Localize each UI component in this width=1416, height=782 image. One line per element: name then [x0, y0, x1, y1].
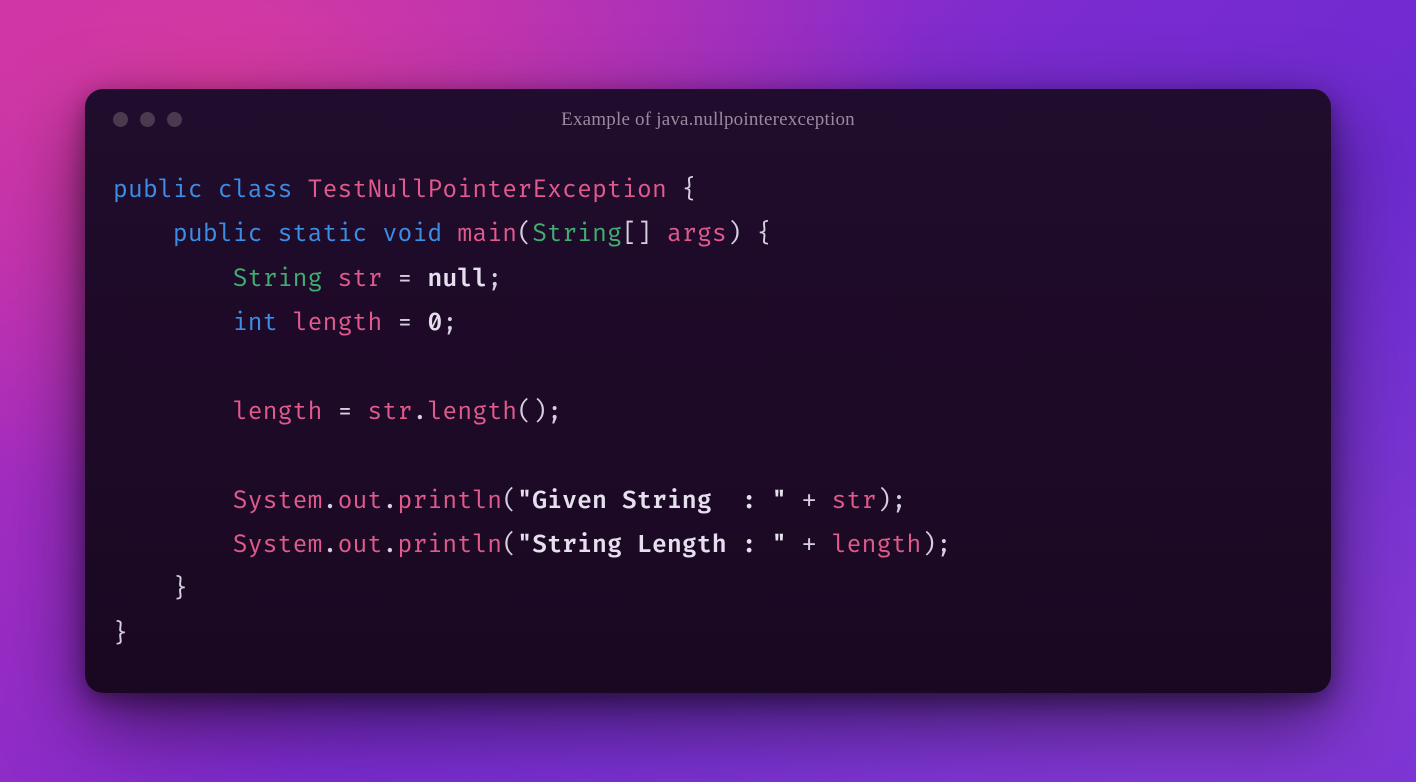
op-assign: = [397, 309, 412, 338]
paren-open: ( [502, 531, 517, 560]
close-dot-icon[interactable] [113, 112, 128, 127]
minimize-dot-icon[interactable] [140, 112, 155, 127]
code-block: public class TestNullPointerException { … [85, 151, 1331, 657]
semicolon: ; [547, 398, 562, 427]
dot: . [412, 398, 427, 427]
op-plus: + [802, 531, 817, 560]
brackets: [] [622, 220, 652, 249]
keyword-public: public [113, 176, 203, 205]
window-title: Example of java.nullpointerexception [85, 109, 1331, 131]
type-string: String [233, 265, 323, 294]
keyword-public: public [173, 220, 263, 249]
paren-open: ( [502, 487, 517, 516]
paren-close: ) [727, 220, 742, 249]
brace-close: } [113, 620, 128, 649]
var-str: str [338, 265, 383, 294]
paren-close: ) [922, 531, 937, 560]
window-controls [113, 112, 182, 127]
dot: . [383, 531, 398, 560]
op-assign: = [338, 398, 353, 427]
op-assign: = [397, 265, 412, 294]
class-name: TestNullPointerException [308, 176, 667, 205]
field-out: out [338, 487, 383, 516]
brace-open: { [757, 220, 772, 249]
window-titlebar: Example of java.nullpointerexception [85, 89, 1331, 151]
var-str: str [832, 487, 877, 516]
op-plus: + [802, 487, 817, 516]
type-string: String [532, 220, 622, 249]
keyword-int: int [233, 309, 278, 338]
paren-open: ( [517, 220, 532, 249]
paren-close: ) [877, 487, 892, 516]
string-literal-1: "Given String : " [517, 487, 786, 516]
field-out: out [338, 531, 383, 560]
var-length: length [233, 398, 323, 427]
keyword-class: class [218, 176, 293, 205]
var-str: str [368, 398, 413, 427]
code-window: Example of java.nullpointerexception pub… [85, 89, 1331, 693]
dot: . [323, 531, 338, 560]
method-println: println [397, 531, 502, 560]
string-literal-2: "String Length : " [517, 531, 786, 560]
class-system: System [233, 531, 323, 560]
semicolon: ; [442, 309, 457, 338]
literal-null: null [427, 265, 487, 294]
class-system: System [233, 487, 323, 516]
semicolon: ; [936, 531, 951, 560]
dot: . [383, 487, 398, 516]
param-args: args [667, 220, 727, 249]
method-length: length [427, 398, 517, 427]
literal-zero: 0 [427, 309, 442, 338]
maximize-dot-icon[interactable] [167, 112, 182, 127]
method-main: main [457, 220, 517, 249]
dot: . [323, 487, 338, 516]
semicolon: ; [892, 487, 907, 516]
var-length: length [293, 309, 383, 338]
keyword-static: static [278, 220, 368, 249]
brace-open: { [682, 176, 697, 205]
semicolon: ; [487, 265, 502, 294]
var-length: length [832, 531, 922, 560]
keyword-void: void [383, 220, 443, 249]
method-println: println [397, 487, 502, 516]
parens: () [517, 398, 547, 427]
brace-close: } [173, 575, 188, 604]
